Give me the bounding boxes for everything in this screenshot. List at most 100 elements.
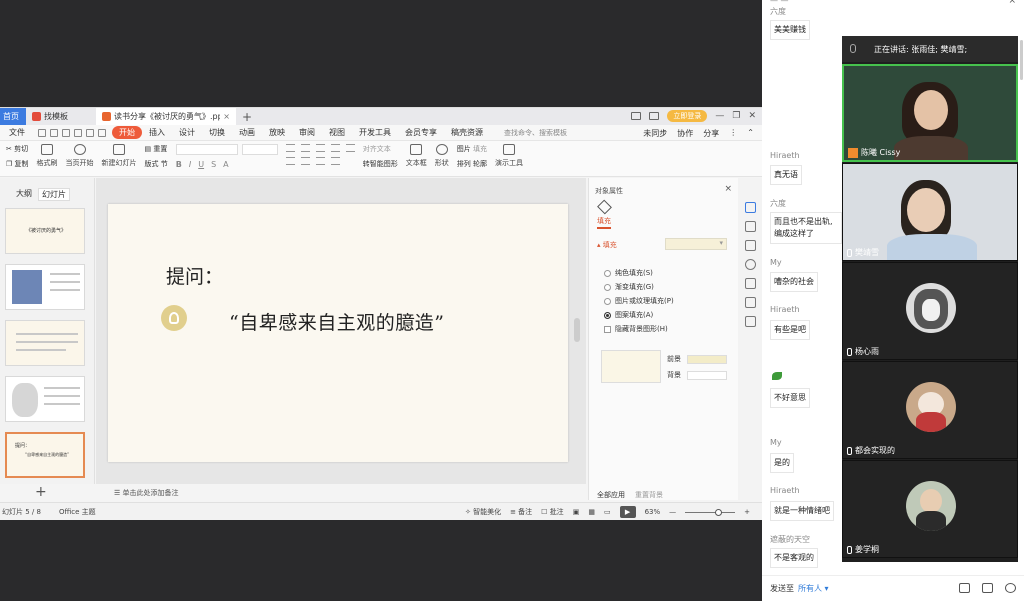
- window-icon[interactable]: [649, 112, 660, 120]
- save-icon[interactable]: [38, 128, 46, 137]
- format-brush-button[interactable]: 格式刷: [37, 144, 58, 168]
- tab-document[interactable]: 读书分享《被讨厌的勇气》.pptx ×: [96, 108, 236, 125]
- align-text-button[interactable]: 对齐文本: [363, 144, 398, 154]
- background-swatch[interactable]: [687, 370, 727, 380]
- location-icon[interactable]: [744, 297, 756, 308]
- video-tile[interactable]: 都会实现的: [842, 361, 1018, 459]
- new-slide-button[interactable]: 新建幻灯片: [102, 144, 137, 168]
- textbox-button[interactable]: 文本框: [406, 144, 427, 168]
- zoom-percent[interactable]: 63%: [645, 508, 661, 516]
- print-icon[interactable]: [62, 128, 70, 137]
- video-tile[interactable]: 姜学桐: [842, 460, 1018, 558]
- video-tile[interactable]: 樊靖雪: [842, 163, 1018, 261]
- line-spacing-icon[interactable]: [345, 144, 355, 152]
- apply-all-button[interactable]: 全部应用: [597, 490, 625, 500]
- command-search[interactable]: 查找命令、搜索模板: [504, 128, 567, 138]
- new-tab-button[interactable]: +: [236, 110, 258, 124]
- copy-button[interactable]: ❐ 复制: [6, 159, 29, 169]
- unsync-button[interactable]: 未同步: [643, 128, 667, 139]
- normal-view-icon[interactable]: ▣: [573, 508, 580, 516]
- smart-graphic-button[interactable]: 转智能图形: [363, 159, 398, 169]
- login-button[interactable]: 立即登录: [667, 110, 708, 122]
- slide-thumbnail[interactable]: 《被讨厌的勇气》: [5, 208, 85, 254]
- video-tile[interactable]: 陈曦 Cissy: [842, 64, 1018, 162]
- book-icon[interactable]: [744, 316, 756, 327]
- export-icon[interactable]: [50, 128, 58, 137]
- foreground-swatch[interactable]: [687, 354, 727, 364]
- close-window-icon[interactable]: ✕: [748, 111, 756, 121]
- restore-icon[interactable]: ❐: [732, 111, 740, 121]
- sorter-view-icon[interactable]: ▦: [588, 508, 595, 516]
- close-chat-icon[interactable]: ×: [1008, 0, 1016, 6]
- menu-view[interactable]: 视图: [322, 127, 352, 138]
- menu-developer[interactable]: 开发工具: [352, 127, 398, 138]
- video-tile[interactable]: 杨心雨: [842, 262, 1018, 360]
- fill-section-label[interactable]: ▴ 填充: [597, 240, 617, 250]
- tab-templates[interactable]: 找模板: [26, 108, 96, 125]
- reading-view-icon[interactable]: ▭: [604, 508, 611, 516]
- font-size-select[interactable]: [241, 144, 278, 155]
- props-close-icon[interactable]: ×: [724, 184, 732, 194]
- slide-thumbnail[interactable]: [5, 264, 85, 310]
- comments-button[interactable]: ☐ 批注: [541, 507, 564, 517]
- minimize-icon[interactable]: —: [715, 111, 724, 121]
- slideshow-play-button[interactable]: ▶: [619, 506, 636, 518]
- indent-icon[interactable]: [315, 144, 325, 152]
- menu-transition[interactable]: 切换: [202, 127, 232, 138]
- strike-button[interactable]: S: [211, 160, 216, 169]
- close-tab-icon[interactable]: ×: [223, 112, 230, 121]
- font-family-select[interactable]: [175, 144, 238, 155]
- bullet-icon[interactable]: [285, 144, 295, 152]
- hide-bg-checkbox[interactable]: 隐藏背景图形(H): [604, 324, 668, 334]
- radio-picture[interactable]: 图片或纹理填充(P): [604, 296, 674, 306]
- arrange-button[interactable]: 排列: [457, 160, 471, 168]
- tab-home[interactable]: 首页: [0, 108, 26, 125]
- zoom-slider[interactable]: [685, 508, 736, 516]
- bold-button[interactable]: B: [176, 160, 182, 169]
- reset-button[interactable]: ▤ 重置: [145, 144, 168, 154]
- menu-review[interactable]: 审阅: [292, 127, 322, 138]
- more-icon[interactable]: ⋮: [729, 128, 737, 139]
- collab-button[interactable]: 协作: [677, 128, 693, 139]
- collapse-ribbon-icon[interactable]: ⌃: [747, 128, 754, 139]
- shape-button[interactable]: 形状: [435, 144, 449, 168]
- beautify-button[interactable]: ✧ 智能美化: [465, 507, 501, 517]
- radio-gradient[interactable]: 渐变填充(G): [604, 282, 654, 292]
- picture-button[interactable]: 图片: [457, 145, 471, 153]
- presentation-tools-button[interactable]: 演示工具: [495, 144, 523, 168]
- zoom-slider-knob[interactable]: [715, 508, 723, 516]
- layout-icon[interactable]: [631, 112, 642, 120]
- menu-file[interactable]: 文件: [2, 127, 32, 138]
- reset-bg-button[interactable]: 重置背景: [635, 490, 663, 500]
- share-button[interactable]: 分享: [703, 128, 719, 139]
- pin-icon[interactable]: [744, 221, 756, 232]
- slide-title[interactable]: 提问：: [166, 262, 223, 289]
- menu-animation[interactable]: 动画: [232, 127, 262, 138]
- redo-icon[interactable]: [98, 128, 106, 137]
- notes-button[interactable]: ≡ 备注: [510, 507, 532, 517]
- section-label[interactable]: 节: [161, 160, 168, 168]
- menu-resources[interactable]: 稿壳资源: [444, 127, 490, 138]
- cut-button[interactable]: ✂ 剪切: [6, 144, 29, 154]
- slide-thumbnail[interactable]: [5, 376, 85, 422]
- undo-icon[interactable]: [86, 128, 94, 137]
- slide-thumbnail[interactable]: [5, 320, 85, 366]
- emoji-icon[interactable]: [1005, 583, 1016, 593]
- menu-slideshow[interactable]: 放映: [262, 127, 292, 138]
- underline-button[interactable]: U: [198, 160, 204, 169]
- slide-thumbnail-selected[interactable]: 提问： “自卑感来自主观的臆造”: [5, 432, 85, 478]
- tab-outline[interactable]: 大纲: [16, 188, 32, 201]
- pattern-preview[interactable]: [601, 350, 661, 383]
- tab-slides[interactable]: 幻灯片: [38, 188, 70, 201]
- menu-member[interactable]: 会员专享: [398, 127, 444, 138]
- layout-label[interactable]: 版式: [145, 160, 159, 168]
- menu-insert[interactable]: 插入: [142, 127, 172, 138]
- notes-area[interactable]: ☰ 单击此处添加备注: [96, 484, 586, 500]
- number-icon[interactable]: [300, 144, 310, 152]
- file-icon[interactable]: [959, 583, 970, 593]
- help-icon[interactable]: [744, 259, 756, 270]
- italic-button[interactable]: I: [189, 160, 191, 169]
- screenshot-icon[interactable]: [982, 583, 993, 593]
- outdent-icon[interactable]: [330, 144, 340, 152]
- radio-pattern[interactable]: 图案填充(A): [604, 310, 653, 320]
